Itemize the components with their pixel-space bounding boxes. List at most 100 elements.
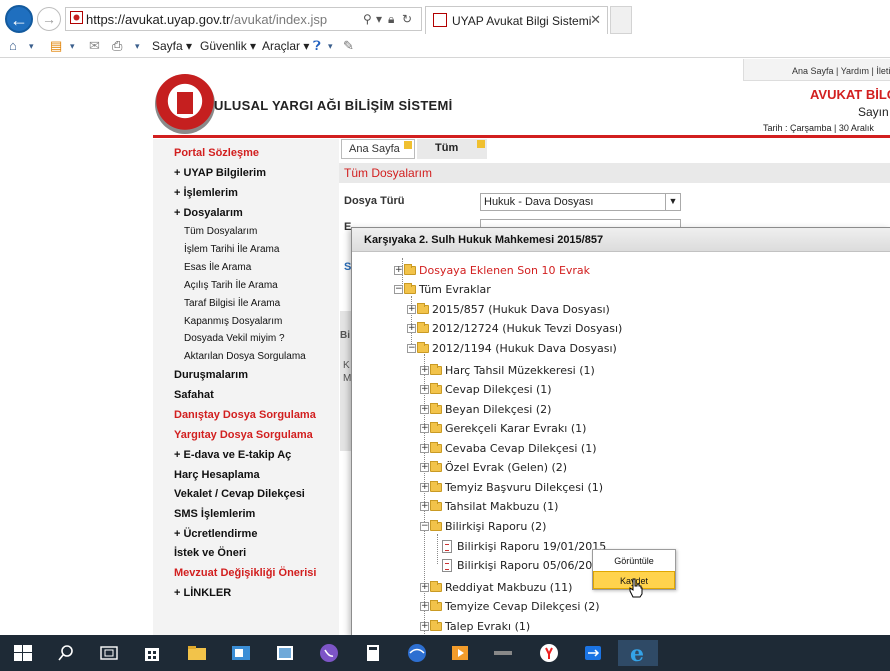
teamviewer-icon[interactable] <box>580 640 606 666</box>
home-dropdown-icon[interactable]: ▾ <box>29 41 34 52</box>
sidebar-item-istek-oneri[interactable]: İstek ve Öneri <box>174 547 246 559</box>
media-player-icon[interactable] <box>447 640 473 666</box>
task-view-icon[interactable] <box>96 640 122 666</box>
help-dropdown-icon[interactable]: ▾ <box>328 41 333 52</box>
command-bar: ⌂ ▾ ▤ ▾ ✉ ⎙ ▾ Sayfa ▾ Güvenlik ▾ Araçlar… <box>0 36 890 58</box>
sidebar-item-dosyalarim[interactable]: + Dosyalarım <box>174 207 243 219</box>
sidebar-item-aktarilan-dosya[interactable]: Aktarılan Dosya Sorgulama <box>184 351 306 362</box>
sidebar-item-sms[interactable]: SMS İşlemlerim <box>174 508 255 520</box>
expand-icon[interactable]: + <box>420 424 429 433</box>
expand-icon[interactable]: + <box>420 405 429 414</box>
sidebar-item-dosyada-vekil-miyim[interactable]: Dosyada Vekil miyim ? <box>184 333 285 344</box>
folder-icon <box>430 403 442 414</box>
print-icon[interactable]: ⎙ <box>112 38 122 54</box>
sidebar-item-yargitay[interactable]: Yargıtay Dosya Sorgulama <box>174 429 313 441</box>
sidebar-item-edava[interactable]: + E-dava ve E-takip Aç <box>174 449 291 461</box>
menu-sayfa[interactable]: Sayfa ▾ <box>152 39 192 53</box>
help-icon[interactable]: ❓︎ <box>313 38 321 54</box>
browser-toolbar: ← → https://avukat.uyap.gov.tr/avukat/in… <box>0 0 890 58</box>
sidebar-item-vekalet[interactable]: Vekalet / Cevap Dilekçesi <box>174 488 305 500</box>
internet-explorer-icon[interactable]: e <box>618 640 658 666</box>
sidebar-item-islemlerim[interactable]: + İşlemlerim <box>174 187 238 199</box>
expand-icon[interactable]: + <box>420 385 429 394</box>
expand-icon[interactable]: + <box>420 366 429 375</box>
print-dropdown-icon[interactable]: ▾ <box>135 41 140 52</box>
collapse-icon[interactable]: − <box>420 522 429 531</box>
search-icon[interactable] <box>53 640 79 666</box>
google-earth-icon[interactable] <box>404 640 430 666</box>
feeds-icon[interactable]: ▤ <box>50 38 62 54</box>
expand-icon[interactable]: + <box>394 266 403 275</box>
viber-icon[interactable] <box>316 640 342 666</box>
new-tab-button[interactable] <box>610 6 632 34</box>
sidebar-item-ucretlendirme[interactable]: + Ücretlendirme <box>174 528 257 540</box>
yandex-icon[interactable] <box>536 640 562 666</box>
sidebar-item-mevzuat[interactable]: Mevzuat Değişikliği Önerisi <box>174 567 316 579</box>
expand-icon[interactable]: + <box>420 622 429 631</box>
expand-icon[interactable]: + <box>420 483 429 492</box>
top-links[interactable]: Ana Sayfa | Yardım | İleti <box>743 59 890 81</box>
feeds-dropdown-icon[interactable]: ▾ <box>70 41 75 52</box>
tab-close-icon[interactable]: ✕ <box>590 12 601 28</box>
address-bar[interactable]: https://avukat.uyap.gov.tr/avukat/index.… <box>65 7 422 31</box>
sidebar-item-linkler[interactable]: + LİNKLER <box>174 587 231 599</box>
dosya-turu-select[interactable]: Hukuk - Dava Dosyası ▼ <box>480 193 681 211</box>
mail-icon[interactable]: ✉ <box>89 38 100 54</box>
home-icon[interactable]: ⌂ <box>9 38 17 53</box>
folder-icon <box>430 620 442 631</box>
sidebar-item-acilis-tarih-arama[interactable]: Açılış Tarih İle Arama <box>184 280 278 291</box>
outlook-icon[interactable] <box>228 640 254 666</box>
windows-start-icon[interactable] <box>10 640 36 666</box>
back-button[interactable]: ← <box>5 5 33 33</box>
document-icon <box>442 540 452 553</box>
expand-icon[interactable]: + <box>420 463 429 472</box>
expand-icon[interactable]: + <box>420 502 429 511</box>
user-greeting: Sayın <box>858 105 889 119</box>
sidebar-item-esas-arama[interactable]: Esas İle Arama <box>184 262 251 273</box>
expand-icon[interactable]: + <box>407 324 416 333</box>
collapse-icon[interactable]: − <box>394 285 403 294</box>
content-title: Tüm Dosyalarım <box>344 166 433 180</box>
sidebar: Portal Sözleşme + UYAP Bilgilerim + İşle… <box>153 139 339 635</box>
sidebar-item-safahat[interactable]: Safahat <box>174 389 214 401</box>
context-menu-goruntule[interactable]: Görüntüle <box>593 552 675 570</box>
sidebar-item-taraf-bilgisi-arama[interactable]: Taraf Bilgisi İle Arama <box>184 298 280 309</box>
file-explorer-icon[interactable] <box>184 640 210 666</box>
folder-icon <box>430 461 442 472</box>
sidebar-item-islem-tarihi-arama[interactable]: İşlem Tarihi İle Arama <box>184 244 279 255</box>
folder-open-icon <box>417 342 429 353</box>
expand-icon[interactable]: + <box>420 602 429 611</box>
dropdown-icon[interactable]: ▾ <box>376 12 382 26</box>
expand-icon[interactable]: + <box>407 305 416 314</box>
sidebar-item-portal-sozlesme[interactable]: Portal Sözleşme <box>174 147 259 159</box>
app-icon[interactable] <box>490 640 516 666</box>
lock-icon[interactable]: 🔒︎ <box>388 12 394 27</box>
forward-button[interactable]: → <box>37 7 61 31</box>
sidebar-item-harc-hesaplama[interactable]: Harç Hesaplama <box>174 469 260 481</box>
sidebar-item-uyap-bilgilerim[interactable]: + UYAP Bilgilerim <box>174 167 266 179</box>
refresh-icon[interactable]: ↻ <box>402 12 412 26</box>
sidebar-item-tum-dosyalarim[interactable]: Tüm Dosyalarım <box>184 226 257 237</box>
collapse-icon[interactable]: − <box>407 344 416 353</box>
folder-icon <box>430 442 442 453</box>
sidebar-item-durusmalarim[interactable]: Duruşmalarım <box>174 369 248 381</box>
sidebar-item-danistay[interactable]: Danıştay Dosya Sorgulama <box>174 409 316 421</box>
tab-tum[interactable]: Tüm <box>417 139 487 159</box>
second-select[interactable] <box>480 219 681 227</box>
sidebar-item-kapanmis-dosyalarim[interactable]: Kapanmış Dosyalarım <box>184 316 282 327</box>
store-icon[interactable] <box>139 640 165 666</box>
expand-icon[interactable]: + <box>420 583 429 592</box>
bg-fragment-k: K <box>343 360 350 371</box>
expand-icon[interactable]: + <box>420 444 429 453</box>
uyap-logo <box>155 74 215 134</box>
folder-icon <box>430 600 442 611</box>
calculator-icon[interactable] <box>360 640 386 666</box>
photos-icon[interactable] <box>272 640 298 666</box>
menu-guvenlik[interactable]: Güvenlik ▾ <box>200 39 256 53</box>
search-icon[interactable]: ⚲ <box>363 12 372 26</box>
menu-araclar[interactable]: Araçlar ▾ <box>262 39 309 53</box>
tab-ana-sayfa[interactable]: Ana Sayfa <box>341 139 415 159</box>
folder-icon <box>404 264 416 275</box>
tools-icon[interactable]: ✎ <box>343 38 354 54</box>
browser-tab[interactable]: UYAP Avukat Bilgi Sistemi ✕ <box>425 6 608 34</box>
